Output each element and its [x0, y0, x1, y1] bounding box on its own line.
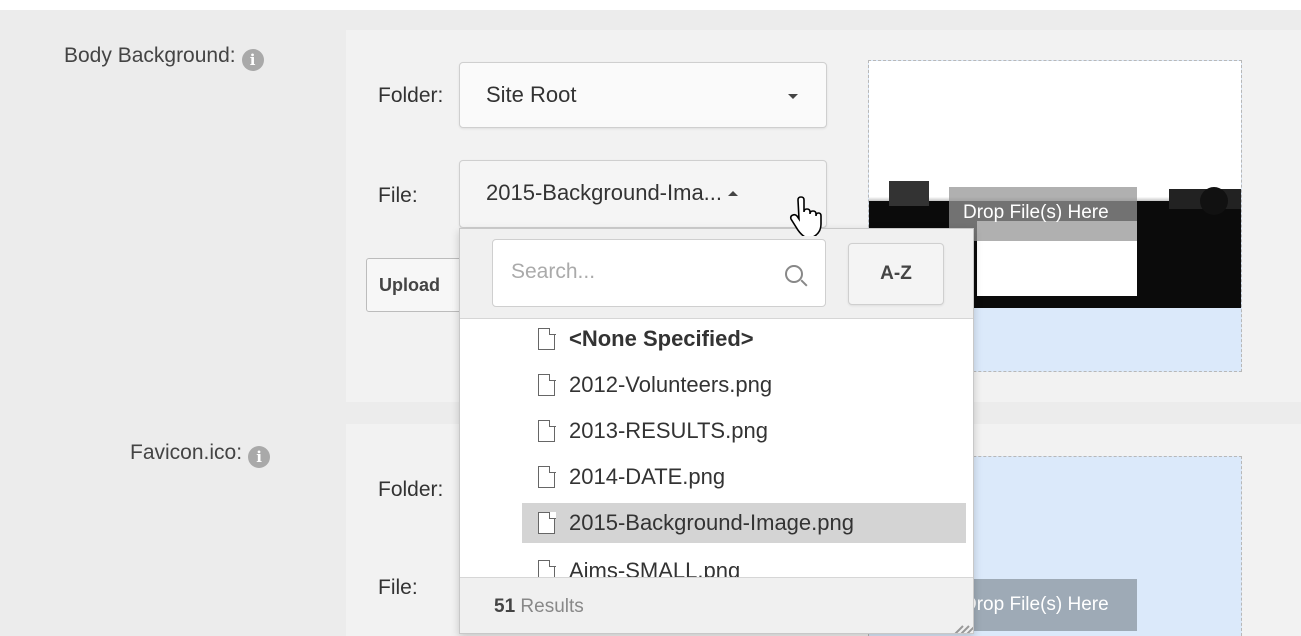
folder-label: Folder:: [378, 84, 444, 107]
search-box[interactable]: [492, 239, 826, 307]
dropdown-footer: 51 Results: [460, 577, 973, 633]
list-item[interactable]: 2012-Volunteers.png: [522, 365, 922, 405]
folder-select-value: Site Root: [486, 82, 577, 107]
search-icon[interactable]: [785, 265, 803, 283]
body-background-label: Body Background: i: [64, 44, 264, 71]
list-item[interactable]: 2014-DATE.png: [522, 457, 922, 497]
file-icon: [538, 373, 556, 396]
sort-az-button[interactable]: A-Z: [848, 243, 944, 305]
favicon-label-text: Favicon.ico:: [130, 441, 243, 464]
list-item-selected[interactable]: 2015-Background-Image.png: [522, 503, 966, 543]
chevron-up-icon: [728, 191, 739, 196]
file-icon: [538, 419, 556, 442]
chevron-down-icon: [788, 94, 798, 99]
file-icon: [538, 327, 556, 350]
file-icon: [538, 465, 556, 488]
file-select-value: 2015-Background-Ima...: [486, 180, 723, 205]
hand-cursor-icon: [789, 196, 822, 236]
list-item-label: 2013-RESULTS.png: [569, 418, 768, 443]
file-icon: [538, 559, 556, 577]
dropdown-header: A-Z: [460, 229, 973, 319]
file-select[interactable]: 2015-Background-Ima...: [459, 160, 827, 228]
favicon-drop-files-label: Drop File(s) Here: [949, 579, 1137, 631]
list-item[interactable]: <None Specified>: [522, 319, 922, 359]
list-item-label: 2012-Volunteers.png: [569, 372, 773, 397]
favicon-folder-label: Folder:: [378, 478, 444, 501]
list-item[interactable]: Aims-SMALL.png: [522, 551, 922, 577]
info-icon[interactable]: i: [241, 49, 264, 71]
results-count: 51: [494, 596, 516, 617]
drop-files-label: Drop File(s) Here: [949, 187, 1137, 241]
results-label: Results: [520, 596, 584, 617]
search-input[interactable]: [511, 260, 771, 284]
info-icon[interactable]: i: [248, 446, 271, 468]
list-item-label: Aims-SMALL.png: [569, 558, 741, 577]
top-strip: [0, 0, 1301, 10]
file-list: <None Specified> 2012-Volunteers.png 201…: [460, 319, 973, 577]
list-item-label: <None Specified>: [569, 326, 754, 351]
file-label: File:: [378, 184, 418, 207]
resize-handle-icon[interactable]: [935, 599, 973, 633]
file-icon: [538, 511, 556, 534]
list-item-label: 2014-DATE.png: [569, 464, 726, 489]
file-dropdown: A-Z <None Specified> 2012-Volunteers.png…: [459, 228, 974, 634]
favicon-file-label: File:: [378, 576, 418, 599]
body-background-label-text: Body Background:: [64, 44, 236, 67]
folder-select[interactable]: Site Root: [459, 62, 827, 128]
list-item[interactable]: 2013-RESULTS.png: [522, 411, 922, 451]
favicon-label: Favicon.ico: i: [130, 441, 271, 468]
list-item-label: 2015-Background-Image.png: [569, 510, 854, 535]
